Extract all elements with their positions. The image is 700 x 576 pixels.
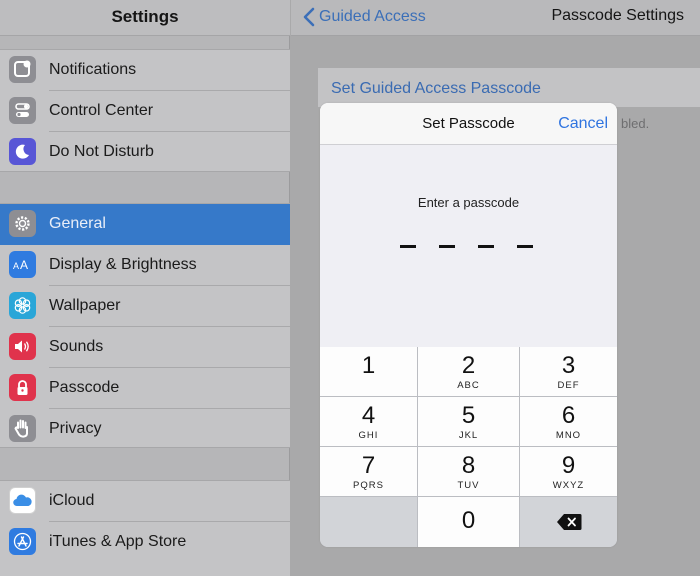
set-passcode-modal: Set Passcode Cancel Enter a passcode 1 2… (320, 103, 617, 547)
sidebar-item-control-center[interactable]: Control Center (0, 91, 290, 132)
sidebar-item-label: iTunes & App Store (49, 533, 187, 550)
sidebar-item-label: Passcode (49, 379, 120, 396)
key-letters: GHI (358, 430, 379, 441)
svg-text:A: A (13, 261, 19, 271)
settings-group-3: iCloud iTunes & App Store (0, 480, 290, 576)
sidebar-item-label: Sounds (49, 338, 104, 355)
svg-text:A: A (20, 258, 28, 272)
key-5[interactable]: 5 JKL (418, 397, 519, 446)
sidebar-item-wallpaper[interactable]: Wallpaper (0, 286, 290, 327)
sidebar-item-do-not-disturb[interactable]: Do Not Disturb (0, 132, 290, 173)
delete-key[interactable] (520, 497, 617, 547)
lock-icon (9, 374, 36, 401)
key-letters: PQRS (353, 480, 384, 491)
key-7[interactable]: 7 PQRS (320, 447, 417, 496)
sidebar-item-label: Notifications (49, 61, 137, 78)
sidebar-item-icloud[interactable]: iCloud (0, 481, 290, 522)
back-button-label: Guided Access (319, 8, 426, 25)
backspace-icon (556, 514, 581, 530)
key-8[interactable]: 8 TUV (418, 447, 519, 496)
key-digit: 3 (561, 352, 576, 379)
sidebar-item-sounds[interactable]: Sounds (0, 327, 290, 368)
footer-note: bled. (621, 116, 650, 131)
modal-nav-bar: Set Passcode Cancel (320, 103, 617, 145)
key-letters: WXYZ (552, 480, 585, 491)
set-passcode-row-label: Set Guided Access Passcode (331, 80, 541, 97)
key-digit: 0 (461, 507, 476, 534)
notifications-icon (9, 56, 36, 83)
passcode-digit-slot (400, 245, 416, 248)
key-9[interactable]: 9 WXYZ (520, 447, 617, 496)
app-store-icon (9, 528, 36, 555)
key-digit: 9 (561, 452, 576, 479)
wallpaper-icon (9, 292, 36, 319)
cloud-icon (9, 487, 36, 514)
detail-header: Guided Access Passcode Settings (291, 0, 700, 36)
sidebar-item-label: iCloud (49, 492, 95, 509)
key-1[interactable]: 1 (320, 347, 417, 396)
sidebar-item-label: Control Center (49, 102, 154, 119)
page-title: Passcode Settings (551, 7, 684, 24)
sidebar-item-notifications[interactable]: Notifications (0, 50, 290, 91)
display-brightness-icon: AA (9, 251, 36, 278)
settings-group-2: General AA Display & Brightness Wallpape… (0, 203, 290, 448)
sidebar-item-label: Do Not Disturb (49, 143, 154, 160)
sidebar-item-passcode[interactable]: Passcode (0, 368, 290, 409)
sidebar-item-privacy[interactable]: Privacy (0, 409, 290, 450)
key-letters: DEF (557, 380, 580, 391)
sidebar-item-itunes-app-store[interactable]: iTunes & App Store (0, 522, 290, 563)
sidebar-title: Settings (111, 7, 179, 26)
passcode-prompt: Enter a passcode (417, 195, 520, 210)
passcode-entry-field (400, 245, 540, 249)
sidebar-item-display-brightness[interactable]: AA Display & Brightness (0, 245, 290, 286)
key-digit: 5 (461, 402, 476, 429)
hand-icon (9, 415, 36, 442)
key-3[interactable]: 3 DEF (520, 347, 617, 396)
moon-icon (9, 138, 36, 165)
numeric-keypad: 1 2 ABC 3 DEF 4 GHI 5 JKL 6 MNO 7 PQRS 8… (320, 347, 617, 547)
sidebar-item-label: General (49, 215, 106, 232)
cancel-button[interactable]: Cancel (558, 115, 608, 133)
key-0[interactable]: 0 (418, 497, 519, 547)
key-letters: MNO (555, 430, 582, 441)
key-digit: 2 (461, 352, 476, 379)
key-digit: 7 (361, 452, 376, 479)
set-passcode-row[interactable]: Set Guided Access Passcode (318, 68, 700, 107)
key-letters: ABC (457, 380, 480, 391)
gear-icon (9, 210, 36, 237)
settings-sidebar: Settings Notifications Control Center Do… (0, 0, 290, 576)
sidebar-header: Settings (0, 0, 290, 36)
key-digit: 1 (361, 352, 376, 379)
control-center-icon (9, 97, 36, 124)
passcode-digit-slot (517, 245, 533, 248)
settings-group-1: Notifications Control Center Do Not Dist… (0, 49, 290, 172)
key-4[interactable]: 4 GHI (320, 397, 417, 446)
key-2[interactable]: 2 ABC (418, 347, 519, 396)
sidebar-item-general[interactable]: General (0, 204, 290, 245)
sidebar-item-label: Display & Brightness (49, 256, 197, 273)
key-digit: 4 (361, 402, 376, 429)
key-6[interactable]: 6 MNO (520, 397, 617, 446)
speaker-icon (9, 333, 36, 360)
sidebar-item-label: Privacy (49, 420, 102, 437)
key-digit: 8 (461, 452, 476, 479)
passcode-digit-slot (478, 245, 494, 248)
back-button[interactable]: Guided Access (303, 6, 426, 28)
passcode-digit-slot (439, 245, 455, 248)
key-digit: 6 (561, 402, 576, 429)
key-letters: TUV (457, 480, 480, 491)
chevron-left-icon (303, 7, 315, 27)
key-letters: JKL (458, 430, 479, 441)
sidebar-item-label: Wallpaper (49, 297, 121, 314)
key-blank (320, 497, 417, 547)
